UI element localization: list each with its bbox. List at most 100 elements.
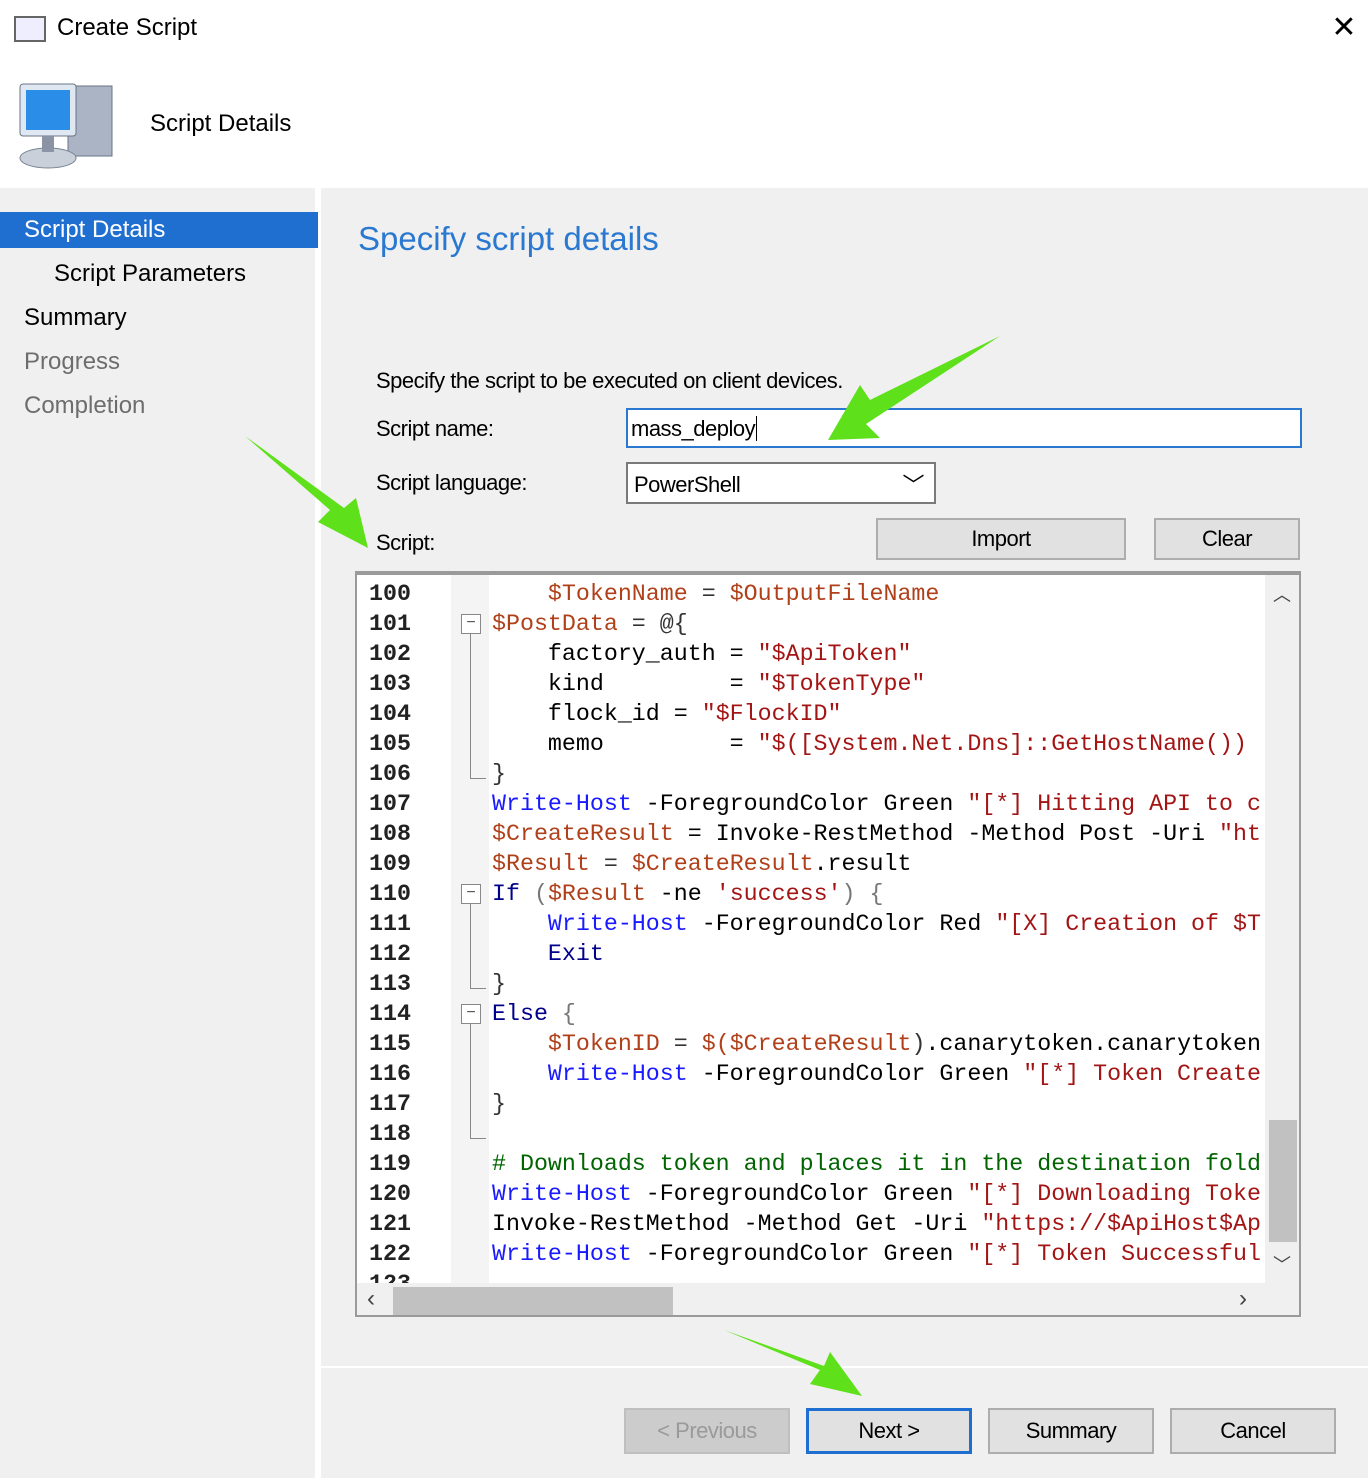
code-line[interactable]: 117} [357,1089,1265,1119]
code-line[interactable]: 120 Write-Host -ForegroundColor Green "[*… [357,1179,1265,1209]
window-title: Create Script [57,14,198,41]
code-line[interactable]: 109 $Result = $CreateResult.result [357,849,1265,879]
nav-item-summary[interactable]: Summary [0,300,318,336]
code-token: $Result [547,881,646,907]
code-token: "[*] Hitting API to c [967,791,1261,817]
code-token: @{ [659,611,688,637]
close-icon[interactable]: ✕ [1328,10,1360,45]
code-token: # Downloads token and places it in the d… [492,1151,1261,1177]
scroll-right-icon[interactable]: › [1239,1285,1247,1313]
code-line[interactable]: 115 $TokenID = $($CreateResult).canaryto… [357,1029,1265,1059]
line-number: 113 [369,971,411,997]
code-area[interactable]: 100 $TokenName = $OutputFileName 101 $Post… [357,575,1265,1297]
code-text: If ($Result -ne 'success') { [492,879,1262,909]
code-text: } [492,759,1262,789]
code-text: Write-Host -ForegroundColor Green "[*] D… [492,1179,1262,1209]
line-number: 120 [369,1181,411,1207]
code-text: Invoke-RestMethod -Method Get -Uri "http… [492,1209,1262,1239]
code-line[interactable]: 118 [357,1119,1265,1149]
vertical-scrollbar[interactable]: ︿ ﹀ [1265,575,1299,1283]
code-token: Else [492,1001,548,1027]
script-language-select[interactable]: PowerShell ﹀ [626,462,936,504]
footer-divider [321,1366,1368,1368]
code-token: ) { [841,881,884,907]
code-token: "[*] Downloading Toke [967,1181,1261,1207]
code-token: = [589,851,632,877]
nav-item-script-parameters[interactable]: Script Parameters [0,256,318,292]
text-cursor [756,416,758,441]
code-token: Exit [547,941,604,967]
nav-item-script-details[interactable]: Script Details [0,212,318,248]
code-text: memo = "$([System.Net.Dns]::GetHostName(… [492,729,1262,759]
nav-item-completion: Completion [24,392,146,419]
code-line[interactable]: 122 Write-Host -ForegroundColor Green "[*… [357,1239,1265,1269]
code-line[interactable]: 119 # Downloads token and places it in th… [357,1149,1265,1179]
code-token: ( [519,881,548,907]
code-line[interactable]: 103 kind = "$TokenType" [357,669,1265,699]
scroll-down-icon[interactable]: ﹀ [1273,1251,1291,1277]
code-token: -ne [645,881,716,907]
previous-button: < Previous [624,1408,790,1454]
import-button[interactable]: Import [876,518,1126,560]
code-token: $CreateResult [492,821,674,847]
code-token: Write-Host [492,791,632,817]
clear-button[interactable]: Clear [1154,518,1300,560]
code-token: = Invoke-RestMethod -Method Post -Uri [673,821,1219,847]
code-token: kind = [492,671,758,697]
code-token: -ForegroundColor Green [631,1241,968,1267]
code-line[interactable]: 116 Write-Host -ForegroundColor Green "[… [357,1059,1265,1089]
script-name-input[interactable]: mass_deploy [626,408,1302,448]
line-number: 106 [369,761,411,787]
code-line[interactable]: 102 factory_auth = "$ApiToken" [357,639,1265,669]
code-token: 'success' [715,881,842,907]
summary-button[interactable]: Summary [988,1408,1154,1454]
next-button[interactable]: Next > [806,1408,972,1454]
script-language-value: PowerShell [634,472,741,497]
code-text: Write-Host -ForegroundColor Green "[*] T… [492,1059,1262,1089]
code-token: } [492,1091,506,1117]
code-line[interactable]: 121 Invoke-RestMethod -Method Get -Uri "h… [357,1209,1265,1239]
wizard-nav: Script Details Script Parameters Summary… [0,188,318,1478]
code-token: $TokenName [547,581,688,607]
code-token: "https://$ApiHost$Ap [981,1211,1261,1237]
scroll-left-icon[interactable]: ‹ [367,1285,375,1313]
code-token: -ForegroundColor Green [631,791,968,817]
script-editor[interactable]: 100 $TokenName = $OutputFileName 101 $Post… [355,571,1301,1317]
fold-toggle-icon[interactable]: − [461,884,481,904]
code-token: $TokenID [547,1031,660,1057]
wizard-header: Script Details [0,58,1368,188]
code-line[interactable]: 100 $TokenName = $OutputFileName [357,579,1265,609]
script-label: Script: [376,530,435,555]
cancel-button[interactable]: Cancel [1170,1408,1336,1454]
code-line[interactable]: 110 If ($Result -ne 'success') { [357,879,1265,909]
code-line[interactable]: 106} [357,759,1265,789]
code-line[interactable]: 104 flock_id = "$FlockID" [357,699,1265,729]
horizontal-scroll-thumb[interactable] [393,1287,673,1315]
code-token: Write-Host [547,1061,688,1087]
line-number: 116 [369,1061,411,1087]
scroll-up-icon[interactable]: ︿ [1273,581,1291,607]
horizontal-scrollbar[interactable]: ‹ › [357,1283,1299,1315]
code-line[interactable]: 108 $CreateResult = Invoke-RestMethod -Me… [357,819,1265,849]
code-text: $PostData = @{ [492,609,1262,639]
code-token: "[*] Token Successful [967,1241,1261,1267]
fold-toggle-icon[interactable]: − [461,1004,481,1024]
code-line[interactable]: 101 $PostData = @{ [357,609,1265,639]
code-token: { [547,1001,576,1027]
fold-toggle-icon[interactable]: − [461,614,481,634]
code-line[interactable]: 111 Write-Host -ForegroundColor Red "[X]… [357,909,1265,939]
code-text: # Downloads token and places it in the d… [492,1149,1262,1179]
fold-end [470,1123,486,1139]
code-token: Invoke-RestMethod -Method Get -Uri [492,1211,982,1237]
code-text: Write-Host -ForegroundColor Green "[*] T… [492,1239,1262,1269]
line-number: 118 [369,1121,411,1147]
code-line[interactable]: 105 memo = "$([System.Net.Dns]::GetHostN… [357,729,1265,759]
vertical-scroll-thumb[interactable] [1269,1120,1297,1242]
code-line[interactable]: 114 Else { [357,999,1265,1029]
code-line[interactable]: 113} [357,969,1265,999]
code-line[interactable]: 107 Write-Host -ForegroundColor Green "[*… [357,789,1265,819]
code-line[interactable]: 112 Exit [357,939,1265,969]
code-token: $CreateResult [631,851,814,877]
